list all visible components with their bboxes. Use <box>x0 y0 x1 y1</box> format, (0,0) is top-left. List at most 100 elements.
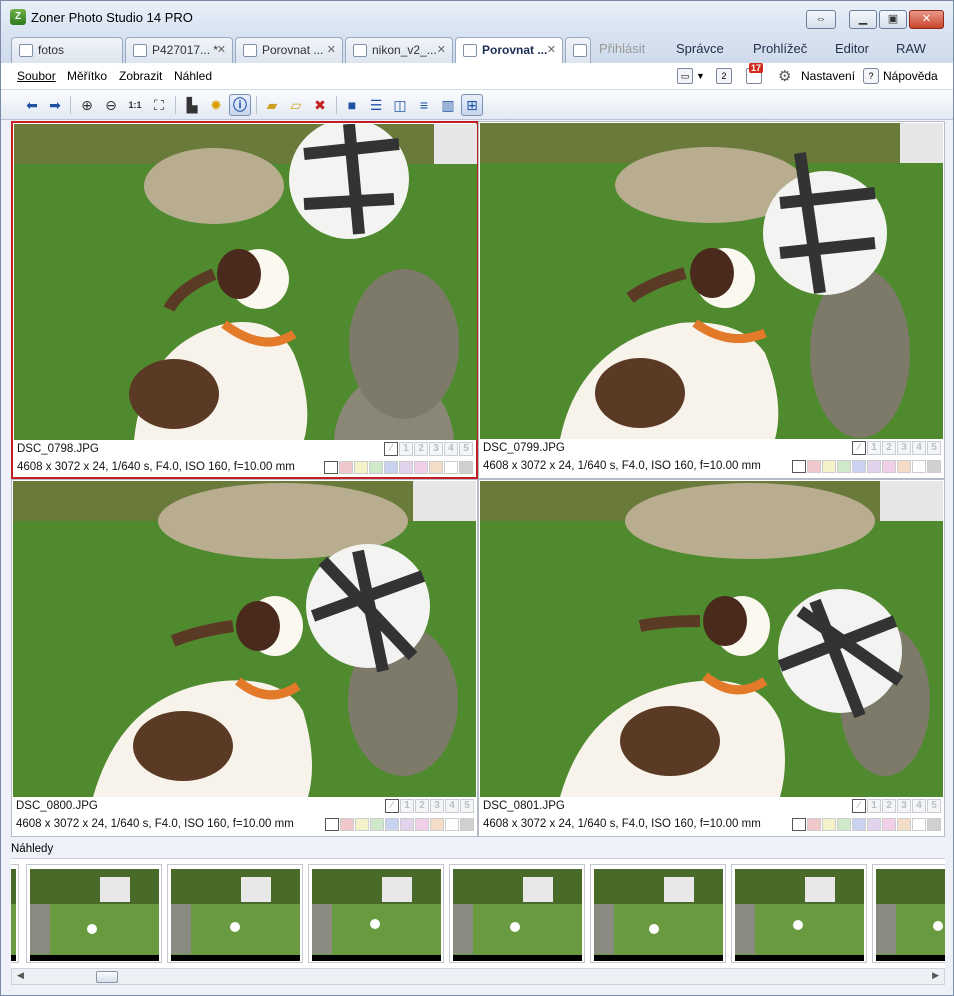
gear-icon[interactable]: ⚙ <box>778 67 791 85</box>
no-rating-icon[interactable]: ⁄ <box>852 799 866 813</box>
color-label-pink[interactable] <box>415 818 429 831</box>
no-rating-icon[interactable]: ⁄ <box>385 799 399 813</box>
zoom-in-icon[interactable]: ⊕ <box>76 94 98 116</box>
actual-size-icon[interactable]: 1:1 <box>124 94 146 116</box>
color-label-purple[interactable] <box>400 818 414 831</box>
close-button[interactable]: ✕ <box>909 10 944 29</box>
zoom-out-icon[interactable]: ⊖ <box>100 94 122 116</box>
thumbnail[interactable] <box>167 864 303 963</box>
photo-preview[interactable] <box>480 123 943 439</box>
compare-cell-3[interactable]: DSC_0800.JPG ⁄ 1 2 3 4 5 4608 x 3072 x 2… <box>11 479 478 837</box>
fit-to-window-icon[interactable]: ⛶ <box>148 94 170 116</box>
mode-manager[interactable]: Správce <box>676 41 724 56</box>
minimize-button[interactable]: ▁ <box>849 10 877 29</box>
rating-stars[interactable]: ⁄ 1 2 3 4 5 <box>384 442 473 456</box>
color-label-blue[interactable] <box>852 460 866 473</box>
help-link[interactable]: Nápověda <box>883 69 938 83</box>
color-label-purple[interactable] <box>867 818 881 831</box>
tab-p427017[interactable]: P427017... * ✕ <box>125 37 233 63</box>
rating-5[interactable]: 5 <box>460 799 474 813</box>
login-mode[interactable]: Přihlásit <box>599 41 645 56</box>
color-label-red[interactable] <box>807 818 821 831</box>
color-label-orange[interactable] <box>429 461 443 474</box>
color-label-pink[interactable] <box>882 460 896 473</box>
color-labels[interactable] <box>324 461 473 474</box>
histogram-icon[interactable]: ▙ <box>181 94 203 116</box>
mode-editor[interactable]: Editor <box>835 41 869 56</box>
chevron-down-icon[interactable]: ▼ <box>696 71 705 81</box>
scrollbar-thumb[interactable] <box>96 971 118 983</box>
color-label-pink[interactable] <box>414 461 428 474</box>
thumbnail[interactable] <box>731 864 867 963</box>
tab-nikon[interactable]: nikon_v2_... ✕ <box>345 37 453 63</box>
photo-preview[interactable] <box>13 481 476 797</box>
rating-4[interactable]: 4 <box>912 799 926 813</box>
photo-preview[interactable] <box>14 124 477 440</box>
info-icon[interactable]: ⓘ <box>229 94 251 116</box>
color-label-yellow[interactable] <box>822 818 836 831</box>
rating-3[interactable]: 3 <box>897 799 911 813</box>
highlight-icon[interactable]: ✹ <box>205 94 227 116</box>
color-label-blue[interactable] <box>852 818 866 831</box>
thumbnail[interactable] <box>590 864 726 963</box>
rating-2[interactable]: 2 <box>882 799 896 813</box>
color-labels[interactable] <box>325 818 474 831</box>
color-label-orange[interactable] <box>897 818 911 831</box>
color-label-white[interactable] <box>912 460 926 473</box>
rating-stars[interactable]: ⁄ 1 2 3 4 5 <box>852 441 941 455</box>
mode-viewer[interactable]: Prohlížeč <box>753 41 807 56</box>
rating-stars[interactable]: ⁄ 1 2 3 4 5 <box>385 799 474 813</box>
rating-1[interactable]: 1 <box>399 442 413 456</box>
rating-2[interactable]: 2 <box>414 442 428 456</box>
layout-rows-icon[interactable]: ☰ <box>365 94 387 116</box>
scroll-right-icon[interactable]: ▶ <box>932 970 939 981</box>
no-color-icon[interactable] <box>324 461 338 474</box>
rating-2[interactable]: 2 <box>415 799 429 813</box>
menu-preview[interactable]: Náhled <box>174 69 212 83</box>
color-label-red[interactable] <box>340 818 354 831</box>
photo-preview[interactable] <box>480 481 943 797</box>
forward-arrow-icon[interactable]: ➡ <box>44 94 66 116</box>
remove-icon[interactable]: ✖ <box>309 94 331 116</box>
color-label-red[interactable] <box>339 461 353 474</box>
restore-layout-button[interactable]: ⇔ <box>806 10 836 29</box>
color-label-pink[interactable] <box>882 818 896 831</box>
rating-3[interactable]: 3 <box>429 442 443 456</box>
rating-5[interactable]: 5 <box>927 441 941 455</box>
color-label-yellow[interactable] <box>355 818 369 831</box>
scroll-left-icon[interactable]: ◀ <box>17 970 24 981</box>
monitor-icon[interactable]: ▭ <box>677 68 693 84</box>
color-label-green[interactable] <box>837 460 851 473</box>
color-label-green[interactable] <box>370 818 384 831</box>
layout-single-icon[interactable]: ■ <box>341 94 363 116</box>
color-label-orange[interactable] <box>430 818 444 831</box>
no-color-icon[interactable] <box>325 818 339 831</box>
rating-stars[interactable]: ⁄ 1 2 3 4 5 <box>852 799 941 813</box>
color-label-white[interactable] <box>445 818 459 831</box>
color-label-purple[interactable] <box>867 460 881 473</box>
color-label-yellow[interactable] <box>822 460 836 473</box>
layout-columns-icon[interactable]: ◫ <box>389 94 411 116</box>
color-label-gray[interactable] <box>927 818 941 831</box>
no-color-icon[interactable] <box>792 818 806 831</box>
tab-porovnat-active[interactable]: Porovnat ... ✕ <box>455 37 563 64</box>
menu-file[interactable]: Soubor <box>17 69 56 83</box>
rating-5[interactable]: 5 <box>927 799 941 813</box>
no-color-icon[interactable] <box>792 460 806 473</box>
tab-porovnat-1[interactable]: Porovnat ... ✕ <box>235 37 343 63</box>
color-label-red[interactable] <box>807 460 821 473</box>
menu-view[interactable]: Zobrazit <box>119 69 162 83</box>
layout-grid-icon[interactable]: ⊞ <box>461 94 483 116</box>
no-rating-icon[interactable]: ⁄ <box>852 441 866 455</box>
compare-cell-2[interactable]: DSC_0799.JPG ⁄ 1 2 3 4 5 4608 x 3072 x 2… <box>478 121 945 479</box>
compare-cell-1[interactable]: DSC_0798.JPG ⁄ 1 2 3 4 5 4608 x 3072 x 2… <box>11 121 478 479</box>
color-label-white[interactable] <box>444 461 458 474</box>
thumbnail[interactable] <box>449 864 585 963</box>
horizontal-scrollbar[interactable]: ◀ ▶ <box>11 968 945 985</box>
color-label-purple[interactable] <box>399 461 413 474</box>
rating-1[interactable]: 1 <box>400 799 414 813</box>
tab-close-icon[interactable]: ✕ <box>217 38 226 62</box>
rating-1[interactable]: 1 <box>867 799 881 813</box>
color-label-blue[interactable] <box>384 461 398 474</box>
layout-three-columns-icon[interactable]: ▥ <box>437 94 459 116</box>
